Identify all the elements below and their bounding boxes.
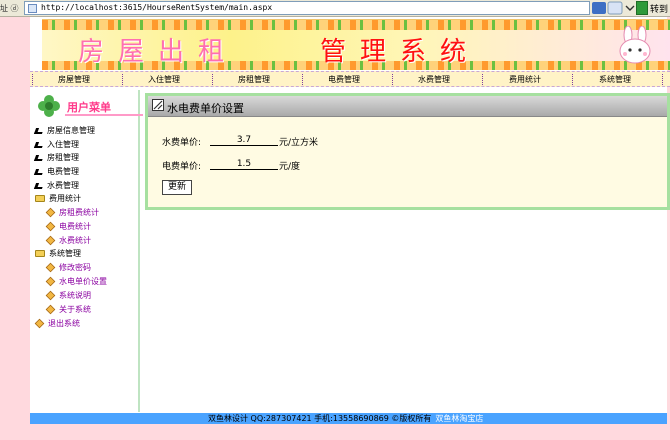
menu-underline [65,114,143,116]
leaf-icon [45,262,56,273]
bottom-margin [30,424,667,440]
leaf-icon [45,304,56,315]
page-icon [28,4,37,13]
nav-item-house[interactable]: 房屋管理 [58,74,90,85]
sidebar-item-house-info[interactable]: 房屋信息管理 [33,125,95,136]
nav-item-stats[interactable]: 费用统计 [509,74,541,85]
sidebar-item-water[interactable]: 水费管理 [33,180,79,191]
nav-item-rent[interactable]: 房租管理 [238,74,270,85]
leaf-icon [45,290,56,301]
nav-item-checkin[interactable]: 入住管理 [148,74,180,85]
water-price-unit: 元/立方米 [279,138,319,148]
flower-icon [38,95,60,117]
nav-item-system[interactable]: 系统管理 [599,74,631,85]
sidebar-item-about[interactable]: 关于系统 [45,304,91,315]
sidebar-item-checkin[interactable]: 入住管理 [33,139,79,150]
leaf-icon [45,276,56,287]
nav-item-water[interactable]: 水费管理 [418,74,450,85]
banner-title-left: 房屋出租 [78,37,239,67]
update-button[interactable]: 更新 [162,180,192,195]
nav-item-electric[interactable]: 电费管理 [328,74,360,85]
banner-title-right: 管理系统 [320,37,481,67]
folder-icon [35,195,45,202]
sidebar-item-rent[interactable]: 房租管理 [33,152,79,163]
sidebar-folder-stats[interactable]: 费用统计 [35,193,81,204]
leaf-icon [45,221,56,232]
leaf-icon [45,207,56,218]
menu-header: 用户菜单 [35,93,143,119]
sidebar-item-electric[interactable]: 电费管理 [33,166,79,177]
electric-price-unit: 元/度 [279,162,301,172]
electric-price-input[interactable]: 1.5 [210,159,278,170]
folder-icon [35,250,45,257]
address-bar: 址 ⓓ http://localhost:3615/HourseRentSyst… [0,0,670,17]
panel-header: 水电费单价设置 [148,96,667,117]
footer-shop-link[interactable]: 双鱼林淘宝店 [435,414,483,423]
panel-title: 水电费单价设置 [167,102,244,115]
address-label: 址 ⓓ [0,4,19,13]
menu-title: 用户菜单 [67,101,111,114]
leaf-icon [45,235,56,246]
arrow-icon [33,127,45,134]
water-price-input[interactable]: 3.7 [210,135,278,146]
sidebar: 用户菜单 房屋信息管理 入住管理 房租管理 电费管理 水费管理 费用统计 房租费… [30,90,143,412]
water-price-label: 水费单价: [162,138,202,148]
sidebar-item-change-password[interactable]: 修改密码 [45,262,91,273]
sidebar-item-price-settings[interactable]: 水电单价设置 [45,276,107,287]
sidebar-item-system-help[interactable]: 系统说明 [45,290,91,301]
carrot-border-top [42,20,670,30]
left-margin [0,17,30,440]
sidebar-item-electric-stats[interactable]: 电费统计 [45,221,91,232]
banner: 房屋出租 管理系统 [42,19,670,70]
chevron-down-icon [625,5,635,11]
sidebar-folder-system[interactable]: 系统管理 [35,248,81,259]
edit-icon [152,99,164,111]
arrow-icon [33,154,45,161]
sidebar-item-water-stats[interactable]: 水费统计 [45,235,91,246]
top-nav: 房屋管理 入住管理 房租管理 电费管理 水费管理 费用统计 系统管理 [30,71,670,87]
arrow-icon [33,141,45,148]
footer-text: 双鱼林设计 QQ:287307421 手机:13558690869 ©版权所有双… [208,414,484,423]
bunny-mascot-icon [619,26,651,64]
sidebar-item-rent-stats[interactable]: 房租费统计 [45,207,99,218]
electric-price-label: 电费单价: [162,162,202,172]
footer: 双鱼林设计 QQ:287307421 手机:13558690869 ©版权所有双… [30,413,667,424]
search-provider-icon [607,1,623,15]
url-input[interactable]: http://localhost:3615/HourseRentSystem/m… [24,1,590,15]
go-arrow-icon[interactable] [636,1,648,15]
arrow-icon [33,168,45,175]
arrow-icon [33,182,45,189]
sidebar-item-logout[interactable]: 退出系统 [34,318,80,329]
dropdown-icon [592,2,606,14]
price-settings-panel: 水电费单价设置 水费单价: 3.7 元/立方米 电费单价: 1.5 元/度 更新 [145,93,670,210]
leaf-icon [34,318,45,329]
address-controls [592,1,635,15]
url-text: http://localhost:3615/HourseRentSystem/m… [41,3,273,12]
go-button[interactable]: 转到 [650,2,668,15]
